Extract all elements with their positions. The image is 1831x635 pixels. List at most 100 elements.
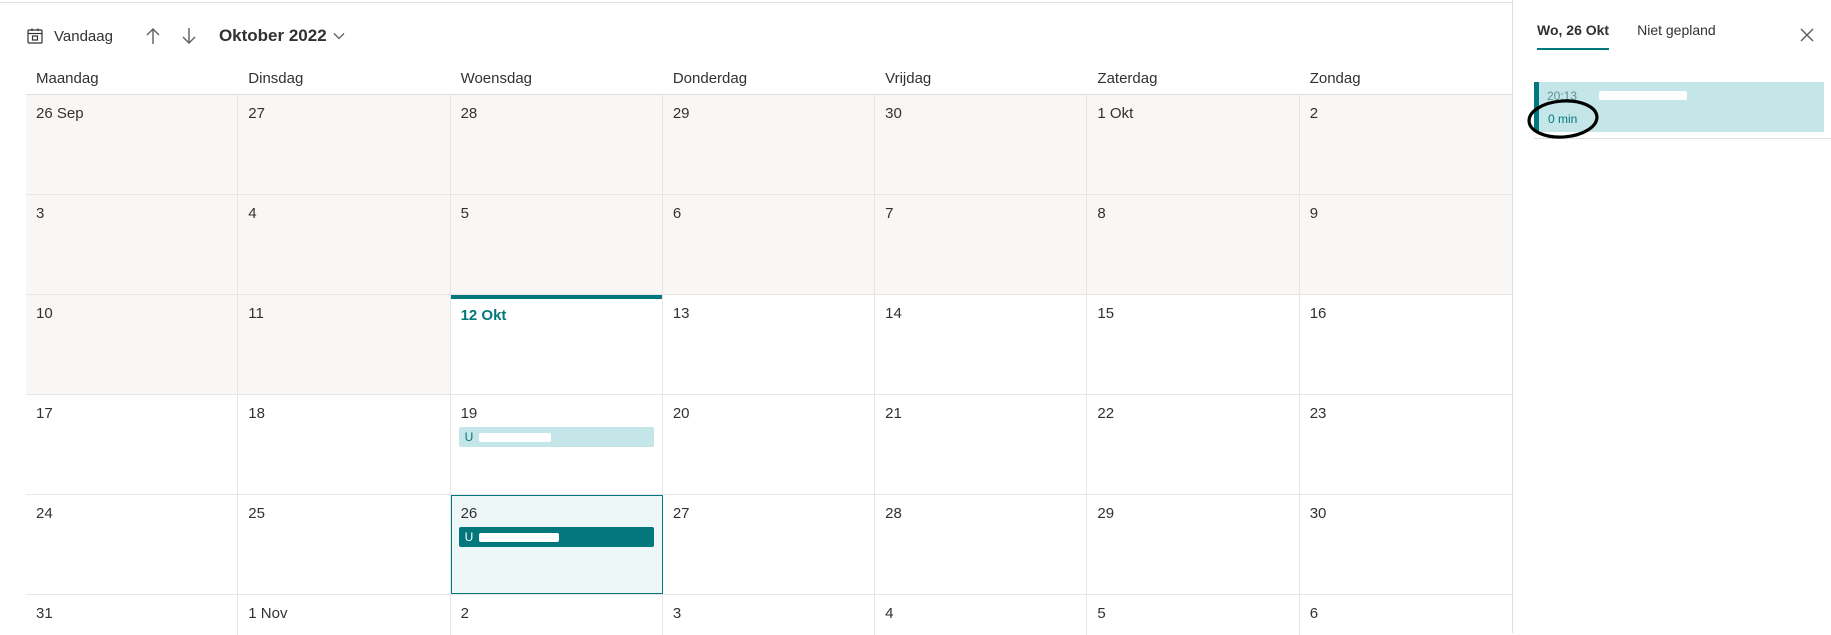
day-cell[interactable]: 14: [875, 295, 1088, 394]
weekday-tuesday: Dinsdag: [248, 69, 304, 87]
day-cell[interactable]: 31: [26, 595, 239, 635]
day-number: 4: [885, 605, 894, 622]
day-cell[interactable]: 15: [1087, 295, 1300, 394]
day-cell[interactable]: 11: [238, 295, 451, 394]
day-number: 24: [36, 505, 53, 522]
day-cell[interactable]: 10: [26, 295, 239, 394]
day-cell[interactable]: 7: [875, 195, 1088, 294]
day-cell[interactable]: 23: [1300, 395, 1512, 494]
close-icon: [1800, 28, 1814, 42]
day-number: 8: [1097, 205, 1106, 222]
day-cell[interactable]: 28: [450, 95, 663, 194]
day-number: 1 Nov: [248, 605, 288, 622]
day-cell[interactable]: 5: [450, 195, 663, 294]
calendar-toolbar: Vandaag Oktober 2022: [26, 18, 345, 54]
day-number: 3: [672, 605, 682, 622]
week-row: 24 25 26 U 27 28 29 30: [26, 495, 1512, 595]
day-cell[interactable]: 27: [238, 95, 451, 194]
tab-selected-day[interactable]: Wo, 26 Okt: [1537, 22, 1610, 50]
day-number: 6: [672, 205, 682, 222]
day-number: 3: [36, 205, 45, 222]
day-cell[interactable]: 22: [1087, 395, 1300, 494]
day-cell[interactable]: 3: [663, 595, 876, 635]
day-number: 27: [672, 505, 690, 522]
day-number: 2: [460, 605, 469, 622]
weekday-sunday: Zondag: [1309, 69, 1361, 87]
day-number: 7: [885, 205, 894, 222]
day-number: 5: [460, 205, 469, 222]
day-cell[interactable]: 9: [1299, 195, 1512, 294]
day-cell[interactable]: 1 Nov: [238, 595, 451, 635]
day-number: 2: [1309, 105, 1319, 122]
day-cell[interactable]: 5: [1087, 595, 1300, 635]
day-number: 6: [1309, 605, 1319, 622]
today-day-number: 12 Okt: [460, 307, 507, 324]
calendar-event-selected[interactable]: U: [458, 527, 654, 547]
day-cell-today[interactable]: 12 Okt: [451, 295, 663, 394]
day-cell[interactable]: 28: [875, 495, 1088, 594]
today-label: Vandaag: [54, 27, 113, 45]
day-cell[interactable]: 2: [451, 595, 663, 635]
day-number: 4: [248, 205, 257, 222]
event-title: U: [464, 430, 474, 444]
day-cell[interactable]: 21: [875, 395, 1088, 494]
day-cell-selected[interactable]: 26 U: [450, 495, 663, 594]
day-number: 23: [1309, 405, 1327, 422]
day-number: 13: [672, 305, 690, 322]
day-cell[interactable]: 6: [662, 195, 876, 294]
day-number: 17: [36, 405, 53, 422]
day-cell[interactable]: 20: [663, 395, 876, 494]
tab-unscheduled[interactable]: Niet gepland: [1637, 22, 1716, 50]
day-cell[interactable]: 1 Okt: [1087, 95, 1300, 194]
day-cell[interactable]: 16: [1300, 295, 1512, 394]
day-number: 28: [460, 105, 478, 122]
day-cell[interactable]: 30: [1300, 495, 1512, 594]
day-cell[interactable]: 2: [1299, 95, 1512, 194]
day-cell[interactable]: 4: [875, 595, 1088, 635]
panel-tabs: Wo, 26 Okt Niet gepland: [1537, 22, 1716, 50]
today-button[interactable]: Vandaag: [26, 27, 113, 45]
chevron-down-icon: [333, 33, 345, 40]
arrow-down-icon: [182, 28, 196, 44]
weeks: 26 Sep 27 28 29 30 1 Okt 2 3 4 5 6 7 8 9…: [26, 95, 1512, 635]
week-row: 17 18 19 U 20 21 22 23: [26, 395, 1512, 495]
calendar-event[interactable]: U: [458, 427, 654, 447]
day-number: 5: [1097, 605, 1106, 622]
day-cell[interactable]: 19 U: [451, 395, 663, 494]
redaction-mark: [479, 533, 560, 543]
day-cell[interactable]: 17: [26, 395, 239, 494]
close-panel-button[interactable]: [1798, 26, 1816, 44]
navigation-arrows: [143, 26, 199, 46]
day-number: 29: [672, 105, 690, 122]
day-number: 9: [1309, 205, 1319, 222]
day-detail-panel: Wo, 26 Okt Niet gepland 20:13 0 min: [1512, 0, 1831, 633]
week-row: 10 11 12 Okt 13 14 15 16: [26, 295, 1512, 395]
day-cell[interactable]: 6: [1300, 595, 1512, 635]
month-label: Oktober 2022: [218, 26, 327, 45]
day-number: 26 Sep: [36, 105, 84, 122]
previous-month-button[interactable]: [143, 26, 163, 46]
day-cell[interactable]: 29: [1087, 495, 1300, 594]
day-number: 21: [885, 405, 902, 422]
day-cell[interactable]: 13: [663, 295, 876, 394]
redaction-mark: [1599, 91, 1687, 100]
day-cell[interactable]: 27: [663, 495, 876, 594]
next-month-button[interactable]: [179, 26, 199, 46]
event-title: U: [464, 530, 474, 544]
day-cell[interactable]: 24: [26, 495, 239, 594]
day-cell[interactable]: 29: [662, 95, 876, 194]
weekday-monday: Maandag: [36, 69, 99, 87]
arrow-up-icon: [146, 28, 160, 44]
top-divider: [0, 2, 1512, 3]
day-cell[interactable]: 30: [875, 95, 1088, 194]
day-number: 26: [460, 505, 478, 522]
day-cell[interactable]: 25: [238, 495, 451, 594]
day-cell[interactable]: 18: [238, 395, 451, 494]
day-number: 31: [36, 605, 53, 622]
week-row: 31 1 Nov 2 3 4 5 6: [26, 595, 1512, 635]
day-cell[interactable]: 26 Sep: [26, 95, 239, 194]
day-cell[interactable]: 8: [1087, 195, 1300, 294]
month-picker[interactable]: Oktober 2022: [219, 26, 345, 46]
day-cell[interactable]: 3: [26, 195, 239, 294]
day-cell[interactable]: 4: [238, 195, 451, 294]
